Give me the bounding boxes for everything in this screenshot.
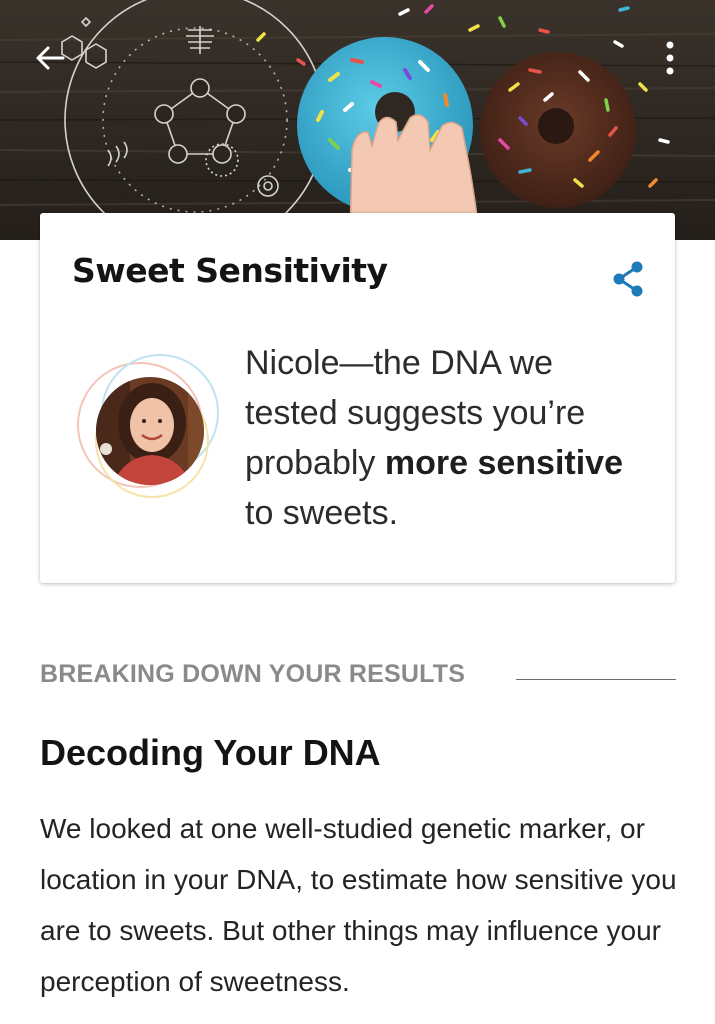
result-card: Sweet Sensitivity Nicole—the DNA we test…: [40, 213, 675, 583]
result-summary: Nicole—the DNA we tested suggests you’re…: [245, 338, 655, 538]
section-heading: BREAKING DOWN YOUR RESULTS: [40, 660, 466, 688]
article-body: We looked at one well-studied genetic ma…: [40, 813, 677, 997]
result-emphasis: more sensitive: [384, 444, 623, 482]
section-divider: [516, 679, 676, 680]
result-text-suffix: to sweets.: [245, 494, 399, 532]
share-icon: [611, 260, 645, 303]
article-title: Decoding Your DNA: [40, 732, 381, 773]
card-title: Sweet Sensitivity: [72, 251, 388, 290]
more-options-button[interactable]: [650, 36, 690, 84]
share-button[interactable]: [608, 261, 648, 301]
avatar: [70, 353, 220, 503]
page: Sweet Sensitivity Nicole—the DNA we test…: [0, 0, 715, 1024]
more-vertical-icon: [665, 40, 675, 81]
hero-banner: [0, 0, 715, 240]
hero-illustration: [0, 0, 715, 240]
back-button[interactable]: [28, 38, 72, 82]
back-arrow-icon: [35, 45, 65, 76]
